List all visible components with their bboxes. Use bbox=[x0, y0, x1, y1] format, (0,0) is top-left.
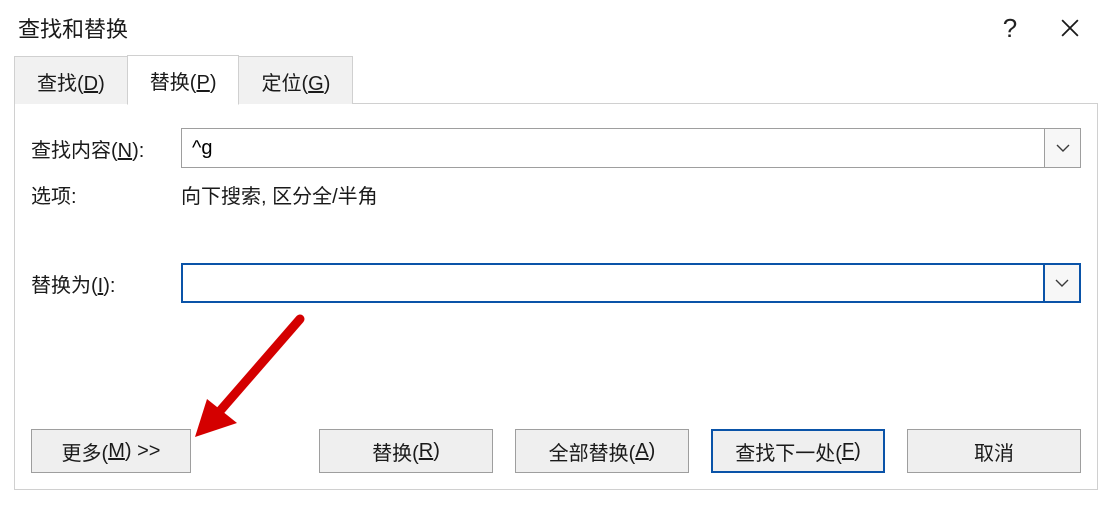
tab-find[interactable]: 查找(D) bbox=[14, 56, 128, 105]
close-icon bbox=[1061, 19, 1079, 37]
chevron-down-icon bbox=[1055, 279, 1069, 287]
tabstrip: 查找(D) 替换(P) 定位(G) bbox=[0, 56, 1112, 104]
titlebar: 查找和替换 ? bbox=[0, 0, 1112, 56]
replace-with-input[interactable] bbox=[181, 263, 1045, 303]
row-replace-with: 替换为(I): bbox=[31, 263, 1081, 303]
button-row: 更多(M) >> 替换(R) 全部替换(A) 查找下一处(F) 取消 bbox=[31, 429, 1081, 473]
dialog-find-replace: 查找和替换 ? 查找(D) 替换(P) 定位(G) 查找内容(N bbox=[0, 0, 1112, 508]
chevron-down-icon bbox=[1056, 144, 1070, 152]
find-next-button[interactable]: 查找下一处(F) bbox=[711, 429, 885, 473]
cancel-button[interactable]: 取消 bbox=[907, 429, 1081, 473]
replace-all-button[interactable]: 全部替换(A) bbox=[515, 429, 689, 473]
tab-replace[interactable]: 替换(P) bbox=[127, 55, 240, 105]
tab-panel-replace: 查找内容(N): 选项: 向下搜索, 区分全/半角 替换为(I): bbox=[14, 104, 1098, 490]
tab-goto[interactable]: 定位(G) bbox=[238, 56, 353, 105]
find-what-label: 查找内容(N): bbox=[31, 134, 181, 163]
close-button[interactable] bbox=[1040, 8, 1100, 48]
options-value: 向下搜索, 区分全/半角 bbox=[181, 180, 378, 209]
find-what-input[interactable] bbox=[181, 128, 1045, 168]
replace-with-dropdown[interactable] bbox=[1045, 263, 1081, 303]
replace-button[interactable]: 替换(R) bbox=[319, 429, 493, 473]
more-button[interactable]: 更多(M) >> bbox=[31, 429, 191, 473]
help-button[interactable]: ? bbox=[980, 8, 1040, 48]
row-find-what: 查找内容(N): bbox=[31, 128, 1081, 168]
replace-with-label: 替换为(I): bbox=[31, 269, 181, 298]
find-what-dropdown[interactable] bbox=[1045, 128, 1081, 168]
options-label: 选项: bbox=[31, 180, 181, 209]
row-options: 选项: 向下搜索, 区分全/半角 bbox=[31, 180, 1081, 209]
dialog-title: 查找和替换 bbox=[18, 12, 128, 44]
